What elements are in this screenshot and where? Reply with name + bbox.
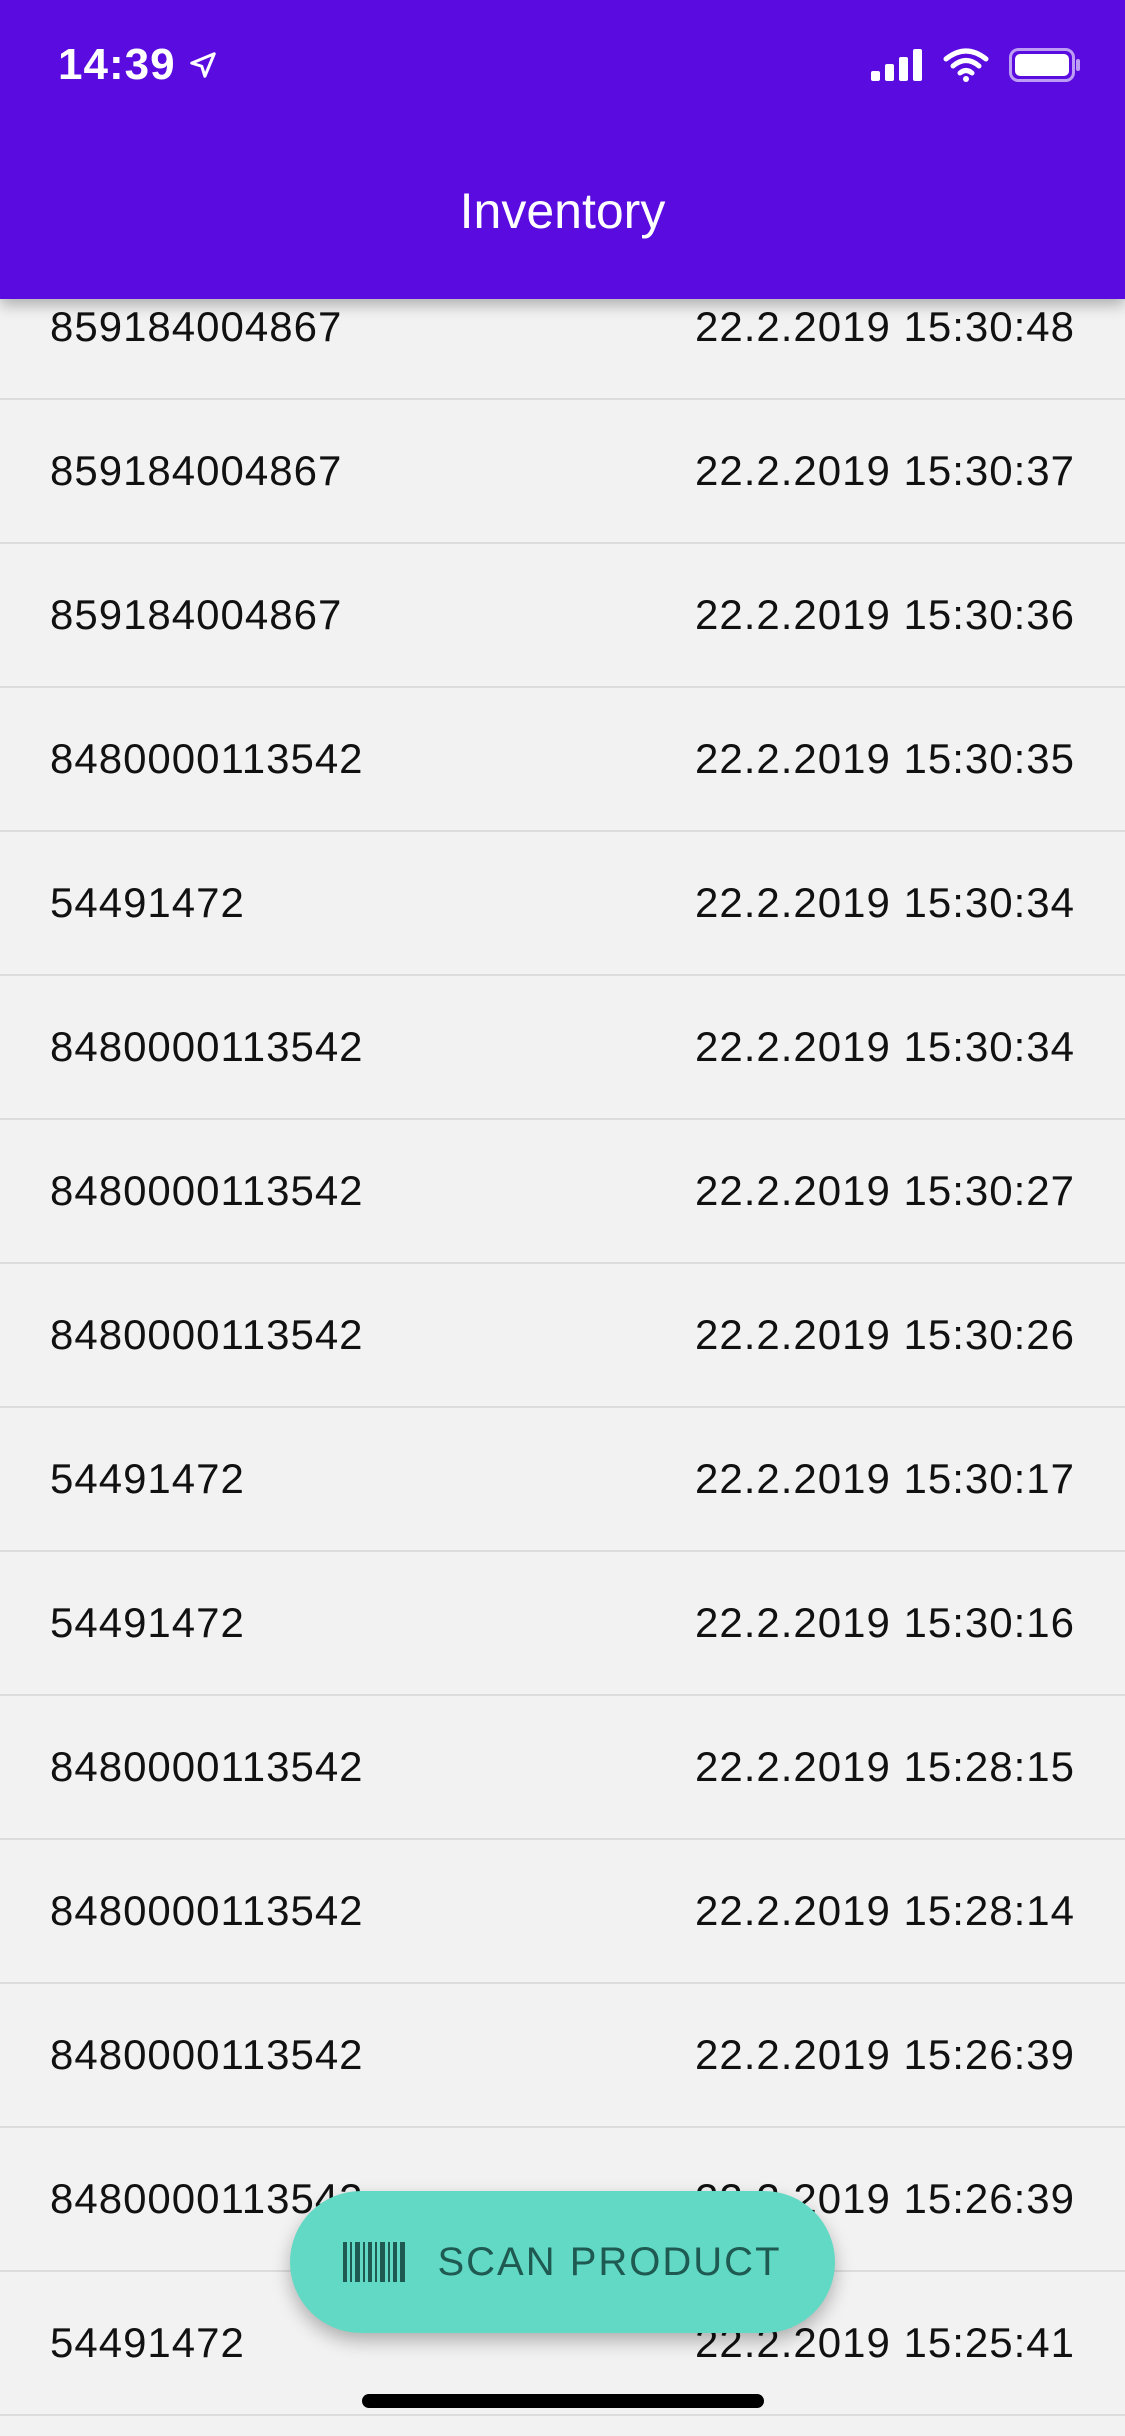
product-code: 8480000113542 <box>50 1743 364 1790</box>
product-code: 8480000113542 <box>50 1167 364 1214</box>
product-code: 859184004867 <box>50 303 343 350</box>
product-code: 54491472 <box>50 1455 245 1502</box>
list-item[interactable]: 859184004867 22.2.2019 15:30:36 <box>0 544 1125 688</box>
product-code: 8480000113542 <box>50 735 364 782</box>
page-title: Inventory <box>459 183 666 239</box>
product-code: 859184004867 <box>50 447 343 494</box>
wifi-icon <box>943 48 989 82</box>
scan-timestamp: 22.2.2019 15:30:35 <box>694 735 1075 782</box>
scan-timestamp: 22.2.2019 15:30:37 <box>694 447 1075 494</box>
screen: 14:39 Inventory 859184004867 22.2.2019 1… <box>0 0 1125 2436</box>
list-item[interactable]: 8480000113542 22.2.2019 15:26:39 <box>0 1984 1125 2128</box>
list-item[interactable]: 8480000113542 22.2.2019 15:28:15 <box>0 1696 1125 1840</box>
list-item[interactable]: 54491472 22.2.2019 15:30:16 <box>0 1552 1125 1696</box>
scan-timestamp: 22.2.2019 15:26:39 <box>694 2031 1075 2078</box>
product-code: 54491472 <box>50 879 245 926</box>
app-bar: 14:39 Inventory <box>0 0 1125 299</box>
status-time-label: 14:39 <box>58 40 176 89</box>
scan-timestamp: 22.2.2019 15:30:48 <box>694 303 1075 350</box>
scan-timestamp: 22.2.2019 15:30:36 <box>694 591 1075 638</box>
location-arrow-icon <box>189 52 216 78</box>
scan-timestamp: 22.2.2019 15:30:27 <box>694 1167 1075 1214</box>
product-code: 54491472 <box>50 2319 245 2366</box>
product-code: 54491472 <box>50 1599 245 1646</box>
list-item[interactable]: 8480000113542 22.2.2019 15:28:14 <box>0 1840 1125 1984</box>
list-item[interactable]: 8480000113542 22.2.2019 15:30:27 <box>0 1120 1125 1264</box>
battery-icon <box>1009 48 1080 82</box>
status-icons <box>871 48 1081 82</box>
list-item[interactable]: 54491472 22.2.2019 15:30:34 <box>0 832 1125 976</box>
barcode-icon <box>343 2242 406 2282</box>
product-code: 8480000113542 <box>50 1311 364 1358</box>
product-code: 8480000113542 <box>50 1887 364 1934</box>
product-code: 8480000113542 <box>50 1023 364 1070</box>
home-indicator[interactable] <box>362 2394 764 2408</box>
scan-timestamp: 22.2.2019 15:30:34 <box>694 1023 1075 1070</box>
list-item[interactable]: 859184004867 22.2.2019 15:30:37 <box>0 400 1125 544</box>
product-code: 859184004867 <box>50 591 343 638</box>
scan-product-button[interactable]: SCAN PRODUCT <box>290 2191 835 2333</box>
scan-timestamp: 22.2.2019 15:28:15 <box>694 1743 1075 1790</box>
status-time: 14:39 <box>58 40 218 90</box>
product-code: 8480000113542 <box>50 2031 364 2078</box>
list-item[interactable]: 54491472 22.2.2019 15:30:17 <box>0 1408 1125 1552</box>
cellular-signal-icon <box>871 49 922 81</box>
scan-timestamp: 22.2.2019 15:30:16 <box>694 1599 1075 1646</box>
scan-timestamp: 22.2.2019 15:30:34 <box>694 879 1075 926</box>
list-item[interactable]: 8480000113542 22.2.2019 15:30:35 <box>0 688 1125 832</box>
list-item[interactable]: 8480000113542 22.2.2019 15:30:26 <box>0 1264 1125 1408</box>
scan-timestamp: 22.2.2019 15:28:14 <box>694 1887 1075 1934</box>
scan-timestamp: 22.2.2019 15:30:17 <box>694 1455 1075 1502</box>
scan-timestamp: 22.2.2019 15:30:26 <box>694 1311 1075 1358</box>
list-item[interactable]: 8480000113542 22.2.2019 15:30:34 <box>0 976 1125 1120</box>
scan-product-label: SCAN PRODUCT <box>437 2239 782 2284</box>
